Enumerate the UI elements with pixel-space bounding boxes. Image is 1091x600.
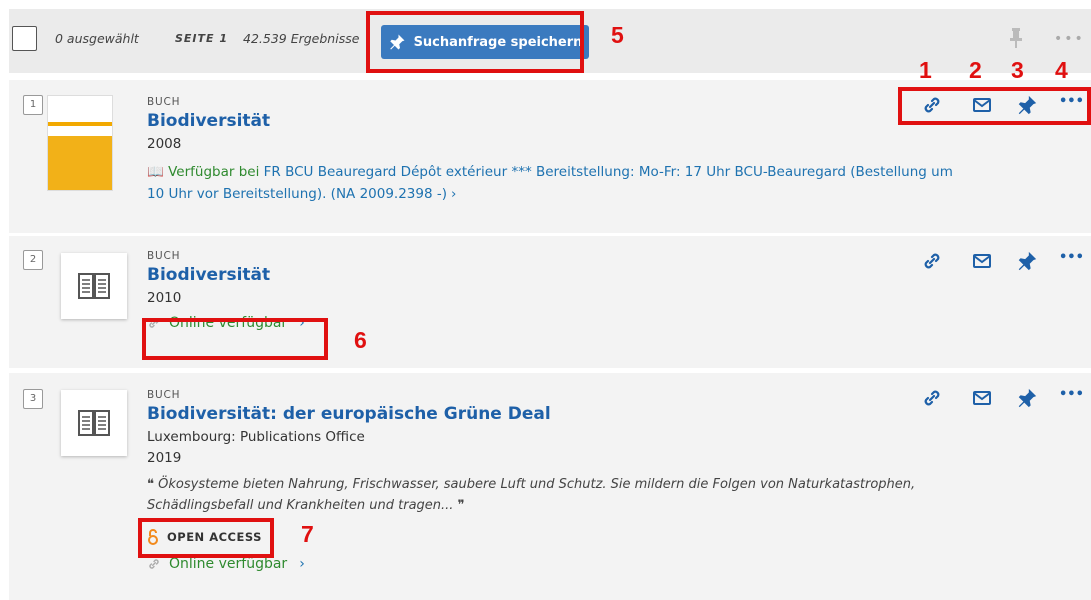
result-item: 3 BUCH Biodiversität: der europäische Gr… — [9, 373, 1091, 600]
book-placeholder-icon[interactable] — [61, 253, 127, 319]
annotation-label-1: 1 — [919, 57, 932, 83]
annotation-box-7 — [138, 518, 274, 558]
result-publisher: Luxembourg: Publications Office — [147, 429, 365, 445]
email-icon[interactable] — [971, 250, 993, 272]
result-number: 1 — [23, 95, 43, 115]
open-access-badge: OPEN ACCESS — [147, 529, 1007, 545]
result-year: 2010 — [147, 290, 182, 306]
annotation-label-7: 7 — [301, 521, 314, 547]
link-icon[interactable] — [921, 387, 943, 409]
result-year: 2008 — [147, 136, 182, 152]
more-options-icon[interactable]: ••• — [1054, 31, 1085, 47]
result-title[interactable]: Biodiversität — [147, 265, 305, 285]
book-placeholder-icon[interactable] — [61, 390, 127, 456]
annotation-box-6 — [142, 318, 328, 360]
page-indicator: SEITE 1 — [175, 32, 229, 45]
pin-icon[interactable] — [1007, 27, 1025, 49]
result-year: 2019 — [147, 450, 182, 466]
availability-location: FR BCU Beauregard Dépôt extérieur *** Be… — [263, 164, 953, 180]
annotation-label-2: 2 — [969, 57, 982, 83]
resource-type: BUCH — [147, 389, 181, 401]
selected-count: 0 ausgewählt — [55, 31, 139, 46]
result-actions: ••• — [913, 387, 1084, 411]
annotation-label-6: 6 — [354, 327, 367, 353]
results-count: 42.539 Ergebnisse — [243, 31, 360, 46]
pin-icon[interactable] — [1016, 387, 1038, 409]
book-icon: 📖 — [147, 164, 164, 180]
result-number: 2 — [23, 250, 43, 270]
result-title[interactable]: Biodiversität: der europäische Grüne Dea… — [147, 404, 1007, 424]
resource-type: BUCH — [147, 250, 181, 262]
select-all-checkbox[interactable] — [12, 26, 37, 51]
email-icon[interactable] — [971, 387, 993, 409]
availability-location-cont: 10 Uhr vor Bereitstellung). (NA 2009.239… — [147, 186, 447, 202]
chevron-right-icon: › — [299, 556, 305, 572]
availability-status[interactable]: 📖 Verfügbar bei FR BCU Beauregard Dépôt … — [147, 161, 953, 205]
chevron-right-icon: › — [451, 186, 457, 202]
more-options-icon[interactable]: ••• — [1059, 387, 1084, 409]
quote-close-icon: ❞ — [457, 498, 465, 513]
online-available-link[interactable]: Online verfügbar › — [147, 556, 1007, 572]
quote-open-icon: ❝ — [147, 477, 154, 492]
annotation-box-actions — [898, 87, 1091, 125]
resource-type: BUCH — [147, 96, 181, 108]
pin-icon[interactable] — [1016, 250, 1038, 272]
book-cover-thumbnail[interactable] — [47, 95, 113, 191]
link-icon — [149, 559, 159, 569]
result-actions: ••• — [913, 250, 1084, 274]
annotation-label-4: 4 — [1055, 57, 1068, 83]
result-title[interactable]: Biodiversität — [147, 111, 953, 131]
annotation-label-3: 3 — [1011, 57, 1024, 83]
result-number: 3 — [23, 389, 43, 409]
annotation-box-5 — [366, 11, 584, 73]
link-icon[interactable] — [921, 250, 943, 272]
annotation-label-5: 5 — [611, 22, 624, 48]
more-options-icon[interactable]: ••• — [1059, 250, 1084, 272]
result-abstract: ❝ Ökosysteme bieten Nahrung, Frischwasse… — [147, 477, 916, 513]
